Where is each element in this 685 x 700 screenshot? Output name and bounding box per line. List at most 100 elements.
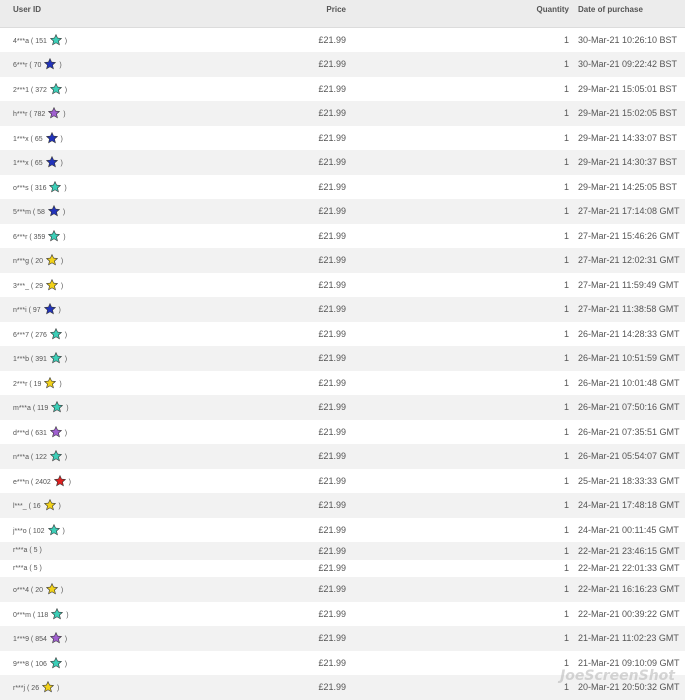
date-of-purchase-cell: 26-Mar-21 07:50:16 GMT <box>571 395 685 420</box>
feedback-score[interactable]: 782 <box>34 111 46 118</box>
feedback-paren-close: ) <box>59 283 63 290</box>
table-row: l***_ ( 16 )£21.99124-Mar-21 17:48:18 GM… <box>0 493 685 518</box>
feedback-score[interactable]: 854 <box>35 636 47 643</box>
user-id-cell: o***4 ( 20 ) <box>0 577 210 602</box>
feedback-score[interactable]: 70 <box>34 62 42 69</box>
feedback-score[interactable]: 102 <box>33 528 45 535</box>
feedback-paren-close: ) <box>59 258 63 265</box>
user-name[interactable]: r***a <box>13 565 27 572</box>
user-name[interactable]: h***r <box>13 111 27 118</box>
date-of-purchase-cell: 26-Mar-21 05:54:07 GMT <box>571 444 685 469</box>
feedback-score[interactable]: 16 <box>33 503 41 510</box>
user-name[interactable]: l***_ <box>13 503 27 510</box>
user-name[interactable]: 4***a <box>13 38 29 45</box>
column-header-date-of-purchase[interactable]: Date of purchase <box>571 0 685 28</box>
user-name[interactable]: o***s <box>13 185 29 192</box>
user-name[interactable]: n***g <box>13 258 29 265</box>
feedback-score[interactable]: 2402 <box>35 479 51 486</box>
feedback-score[interactable]: 276 <box>35 332 47 339</box>
user-id-cell: r***a ( 5 ) <box>0 542 210 560</box>
user-name[interactable]: 6***7 <box>13 332 29 339</box>
user-id-cell: e***n ( 2402 ) <box>0 469 210 494</box>
feedback-score[interactable]: 151 <box>35 38 47 45</box>
feedback-star-icon <box>50 83 62 95</box>
feedback-paren-close: ) <box>59 587 63 594</box>
user-name[interactable]: n***a <box>13 454 29 461</box>
feedback-star-icon <box>51 608 63 620</box>
feedback-score[interactable]: 26 <box>31 685 39 692</box>
date-of-purchase-cell: 22-Mar-21 00:39:22 GMT <box>571 602 685 627</box>
user-name[interactable]: r***a <box>13 547 27 554</box>
table-row: 6***7 ( 276 )£21.99126-Mar-21 14:28:33 G… <box>0 322 685 347</box>
date-of-purchase-cell: 26-Mar-21 14:28:33 GMT <box>571 322 685 347</box>
price-cell: £21.99 <box>210 150 346 175</box>
column-header-quantity[interactable]: Quantity <box>346 0 571 28</box>
table-body: 4***a ( 151 )£21.99130-Mar-21 10:26:10 B… <box>0 28 685 700</box>
user-name[interactable]: d***d <box>13 430 29 437</box>
table-header: User ID Price Quantity Date of purchase <box>0 0 685 28</box>
user-id-cell: n***i ( 97 ) <box>0 297 210 322</box>
price-cell: £21.99 <box>210 371 346 396</box>
user-name[interactable]: 1***9 <box>13 636 29 643</box>
price-cell: £21.99 <box>210 542 346 560</box>
quantity-cell: 1 <box>346 248 571 273</box>
table-row: 1***x ( 65 )£21.99129-Mar-21 14:33:07 BS… <box>0 126 685 151</box>
watermark: JoeScreenShot <box>560 668 675 684</box>
user-name[interactable]: 2***1 <box>13 87 29 94</box>
feedback-paren-close: ) <box>61 234 65 241</box>
user-name[interactable]: o***4 <box>13 587 29 594</box>
table-row: 2***1 ( 372 )£21.99129-Mar-21 15:05:01 B… <box>0 77 685 102</box>
table-row: 4***a ( 151 )£21.99130-Mar-21 10:26:10 B… <box>0 28 685 53</box>
feedback-score[interactable]: 106 <box>35 661 47 668</box>
feedback-score[interactable]: 20 <box>35 587 43 594</box>
user-name[interactable]: 1***x <box>13 160 29 167</box>
price-cell: £21.99 <box>210 420 346 445</box>
table-row: e***n ( 2402 )£21.99125-Mar-21 18:33:33 … <box>0 469 685 494</box>
feedback-star-icon <box>50 657 62 669</box>
user-name[interactable]: 9***8 <box>13 661 29 668</box>
feedback-score[interactable]: 19 <box>34 381 42 388</box>
feedback-score[interactable]: 122 <box>35 454 47 461</box>
user-name[interactable]: 3***_ <box>13 283 29 290</box>
column-header-price[interactable]: Price <box>210 0 346 28</box>
column-header-user-id[interactable]: User ID <box>0 0 210 28</box>
quantity-cell: 1 <box>346 493 571 518</box>
feedback-score[interactable]: 316 <box>35 185 47 192</box>
feedback-score[interactable]: 29 <box>35 283 43 290</box>
feedback-score[interactable]: 118 <box>37 612 48 619</box>
user-name[interactable]: 6***r <box>13 62 27 69</box>
user-id-cell: n***g ( 20 ) <box>0 248 210 273</box>
user-name[interactable]: 6***r <box>13 234 27 241</box>
feedback-paren-close: ) <box>63 87 67 94</box>
feedback-score[interactable]: 372 <box>35 87 47 94</box>
feedback-star-icon <box>50 450 62 462</box>
user-id-cell: r***a ( 5 ) <box>0 560 210 578</box>
price-cell: £21.99 <box>210 248 346 273</box>
feedback-score[interactable]: 20 <box>35 258 43 265</box>
feedback-score[interactable]: 97 <box>33 307 41 314</box>
user-id-cell: 1***b ( 391 ) <box>0 346 210 371</box>
quantity-cell: 1 <box>346 150 571 175</box>
user-name[interactable]: 1***x <box>13 136 29 143</box>
feedback-score[interactable]: 631 <box>35 430 47 437</box>
feedback-score[interactable]: 58 <box>37 209 45 216</box>
quantity-cell: 1 <box>346 346 571 371</box>
feedback-paren-close: ) <box>38 547 42 554</box>
feedback-star-icon <box>54 475 66 487</box>
feedback-score[interactable]: 65 <box>35 160 43 167</box>
date-of-purchase-cell: 26-Mar-21 07:35:51 GMT <box>571 420 685 445</box>
feedback-score[interactable]: 359 <box>34 234 46 241</box>
user-name[interactable]: 0***m <box>13 612 31 619</box>
user-name[interactable]: n***i <box>13 307 27 314</box>
user-name[interactable]: e***n <box>13 479 29 486</box>
user-name[interactable]: r***j <box>13 685 25 692</box>
feedback-score[interactable]: 391 <box>35 356 47 363</box>
user-name[interactable]: 1***b <box>13 356 29 363</box>
quantity-cell: 1 <box>346 395 571 420</box>
user-name[interactable]: 5***m <box>13 209 31 216</box>
user-name[interactable]: j***o <box>13 528 27 535</box>
feedback-score[interactable]: 65 <box>35 136 43 143</box>
user-name[interactable]: 2***r <box>13 381 27 388</box>
feedback-score[interactable]: 119 <box>37 405 48 412</box>
user-name[interactable]: m***a <box>13 405 31 412</box>
